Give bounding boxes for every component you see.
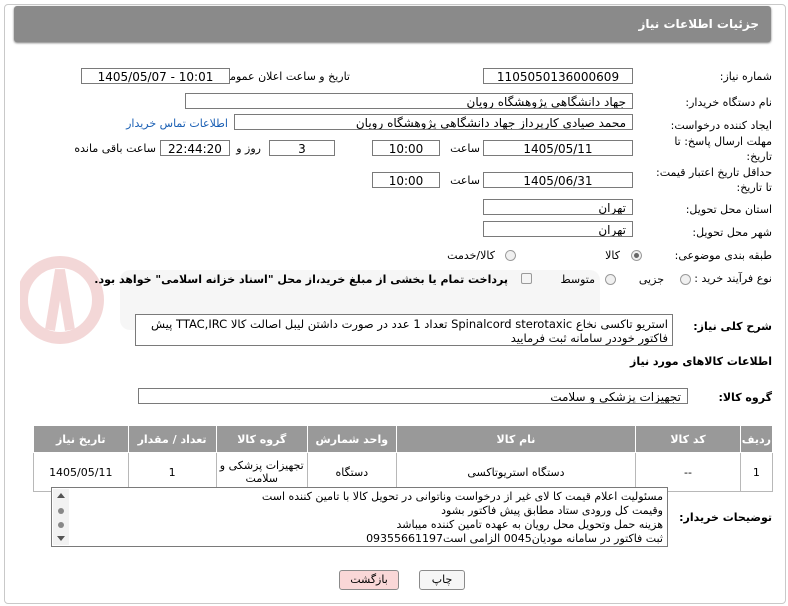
need-number-label: شماره نیاز: xyxy=(719,70,772,83)
buyer-notes-label: توضیحات خریدار: xyxy=(679,511,772,524)
scroll-arrows-icon xyxy=(57,493,65,541)
validity-label-2: تا تاریخ: xyxy=(736,181,772,194)
back-button[interactable]: بازگشت xyxy=(339,570,399,590)
deadline-time-value: 10:00 xyxy=(372,140,440,156)
col-header-code: کد کالا xyxy=(635,425,741,453)
days-remaining-value: 3 xyxy=(269,140,335,156)
city-value: تهران xyxy=(483,221,633,237)
buyer-note-line-1: مسئولیت اعلام قیمت کا لای غیر از درخواست… xyxy=(261,490,663,503)
announce-label: تاریخ و ساعت اعلان عمومی: xyxy=(217,70,350,83)
goods-group-label: گروه کالا: xyxy=(718,391,772,404)
remaining-time-label: ساعت باقی مانده xyxy=(74,142,156,155)
cell-date: 1405/05/11 xyxy=(33,452,129,492)
cell-code: -- xyxy=(635,452,741,492)
cell-name: دستگاه استریوتاکسی xyxy=(395,452,637,492)
process-type-label: نوع فرآیند خرید : xyxy=(694,272,772,285)
col-header-qty: تعداد / مقدار xyxy=(127,425,217,453)
treasury-payment-checkbox[interactable] xyxy=(521,273,532,284)
validity-time-value: 10:00 xyxy=(372,172,440,188)
days-label: روز و xyxy=(236,142,261,155)
cell-group: تجهیزات پزشکی و سلامت xyxy=(215,452,308,492)
page-title: جزئیات اطلاعات نیاز xyxy=(638,17,759,31)
treasury-payment-note: پرداخت تمام یا بخشی از مبلغ خرید،از محل … xyxy=(94,273,508,286)
buyer-note-line-4: ثبت فاکتور در سامانه مودیان0045 الزامی ا… xyxy=(366,532,663,545)
cell-index: 1 xyxy=(739,452,774,492)
summary-line-2: فاکتور خوددر سامانه ثبت فرمایید xyxy=(510,331,668,345)
buyer-contact-link[interactable]: اطلاعات تماس خریدار xyxy=(126,117,228,130)
buyer-note-line-2: وقیمت کل ورودی ستاد مطابق پیش فاکتور بشو… xyxy=(441,504,663,517)
category-goods-service-radio[interactable] xyxy=(505,250,516,261)
need-number-value: 1105050136000609 xyxy=(483,68,633,84)
print-button[interactable]: چاپ xyxy=(419,570,465,590)
cell-qty: 1 xyxy=(127,452,217,492)
cell-unit: دستگاه xyxy=(306,452,397,492)
col-header-group: گروه کالا xyxy=(215,425,308,453)
remaining-time-value: 22:44:20 xyxy=(160,140,230,156)
deadline-label: مهلت ارسال پاسخ: تا xyxy=(674,135,772,148)
summary-label: شرح کلی نیاز: xyxy=(693,320,772,333)
summary-line-1: استریو تاکسی نخاع Spinalcord sterotaxic … xyxy=(151,317,668,331)
validity-date-value: 1405/06/31 xyxy=(483,172,633,188)
validity-time-label: ساعت xyxy=(450,174,480,187)
process-medium-radio[interactable] xyxy=(605,274,616,285)
process-medium-label: متوسط xyxy=(560,273,595,286)
goods-info-title: اطلاعات کالاهای مورد نیاز xyxy=(630,355,772,368)
page-header: جزئیات اطلاعات نیاز xyxy=(14,6,771,42)
goods-table: ردیف کد کالا نام کالا واحد شمارش گروه کا… xyxy=(33,425,774,492)
category-goods-radio[interactable] xyxy=(631,250,642,261)
buyer-notes-scrollbar[interactable] xyxy=(53,489,69,545)
province-label: استان محل تحویل: xyxy=(685,203,772,216)
creator-label: ایجاد کننده درخواست: xyxy=(670,119,772,132)
col-header-index: ردیف xyxy=(739,425,774,453)
announce-value: 1405/05/07 - 10:01 xyxy=(81,68,230,84)
goods-table-header: ردیف کد کالا نام کالا واحد شمارش گروه کا… xyxy=(33,425,774,453)
province-value: تهران xyxy=(483,199,633,215)
summary-box: استریو تاکسی نخاع Spinalcord sterotaxic … xyxy=(135,314,673,346)
col-header-unit: واحد شمارش xyxy=(306,425,397,453)
buyer-org-label: نام دستگاه خریدار: xyxy=(685,96,772,109)
process-minor-radio[interactable] xyxy=(680,274,691,285)
buyer-note-line-3: هزینه حمل وتحویل محل رویان به عهده تامین… xyxy=(396,518,663,531)
deadline-label-2: تاریخ: xyxy=(746,150,772,163)
deadline-time-label: ساعت xyxy=(450,142,480,155)
category-goods-label: کالا xyxy=(605,249,620,262)
col-header-name: نام کالا xyxy=(395,425,637,453)
buyer-notes-box: مسئولیت اعلام قیمت کا لای غیر از درخواست… xyxy=(51,487,668,547)
deadline-date-value: 1405/05/11 xyxy=(483,140,633,156)
goods-group-value: تجهیزات پزشکی و سلامت xyxy=(138,388,688,404)
category-goods-service-label: کالا/خدمت xyxy=(447,249,495,262)
table-row: 1 -- دستگاه استریوتاکسی دستگاه تجهیزات پ… xyxy=(33,452,774,492)
col-header-date: تاریخ نیاز xyxy=(33,425,129,453)
category-label: طبقه بندی موضوعی: xyxy=(674,249,772,262)
validity-label: حداقل تاریخ اعتبار قیمت: xyxy=(656,166,772,179)
buyer-org-value: جهاد دانشگاهی پژوهشگاه رویان xyxy=(185,93,633,109)
city-label: شهر محل تحویل: xyxy=(692,226,772,239)
process-minor-label: جزیی xyxy=(638,273,664,286)
creator-value: محمد صیادی کارپرداز جهاد دانشگاهی پژوهشگ… xyxy=(234,114,633,130)
